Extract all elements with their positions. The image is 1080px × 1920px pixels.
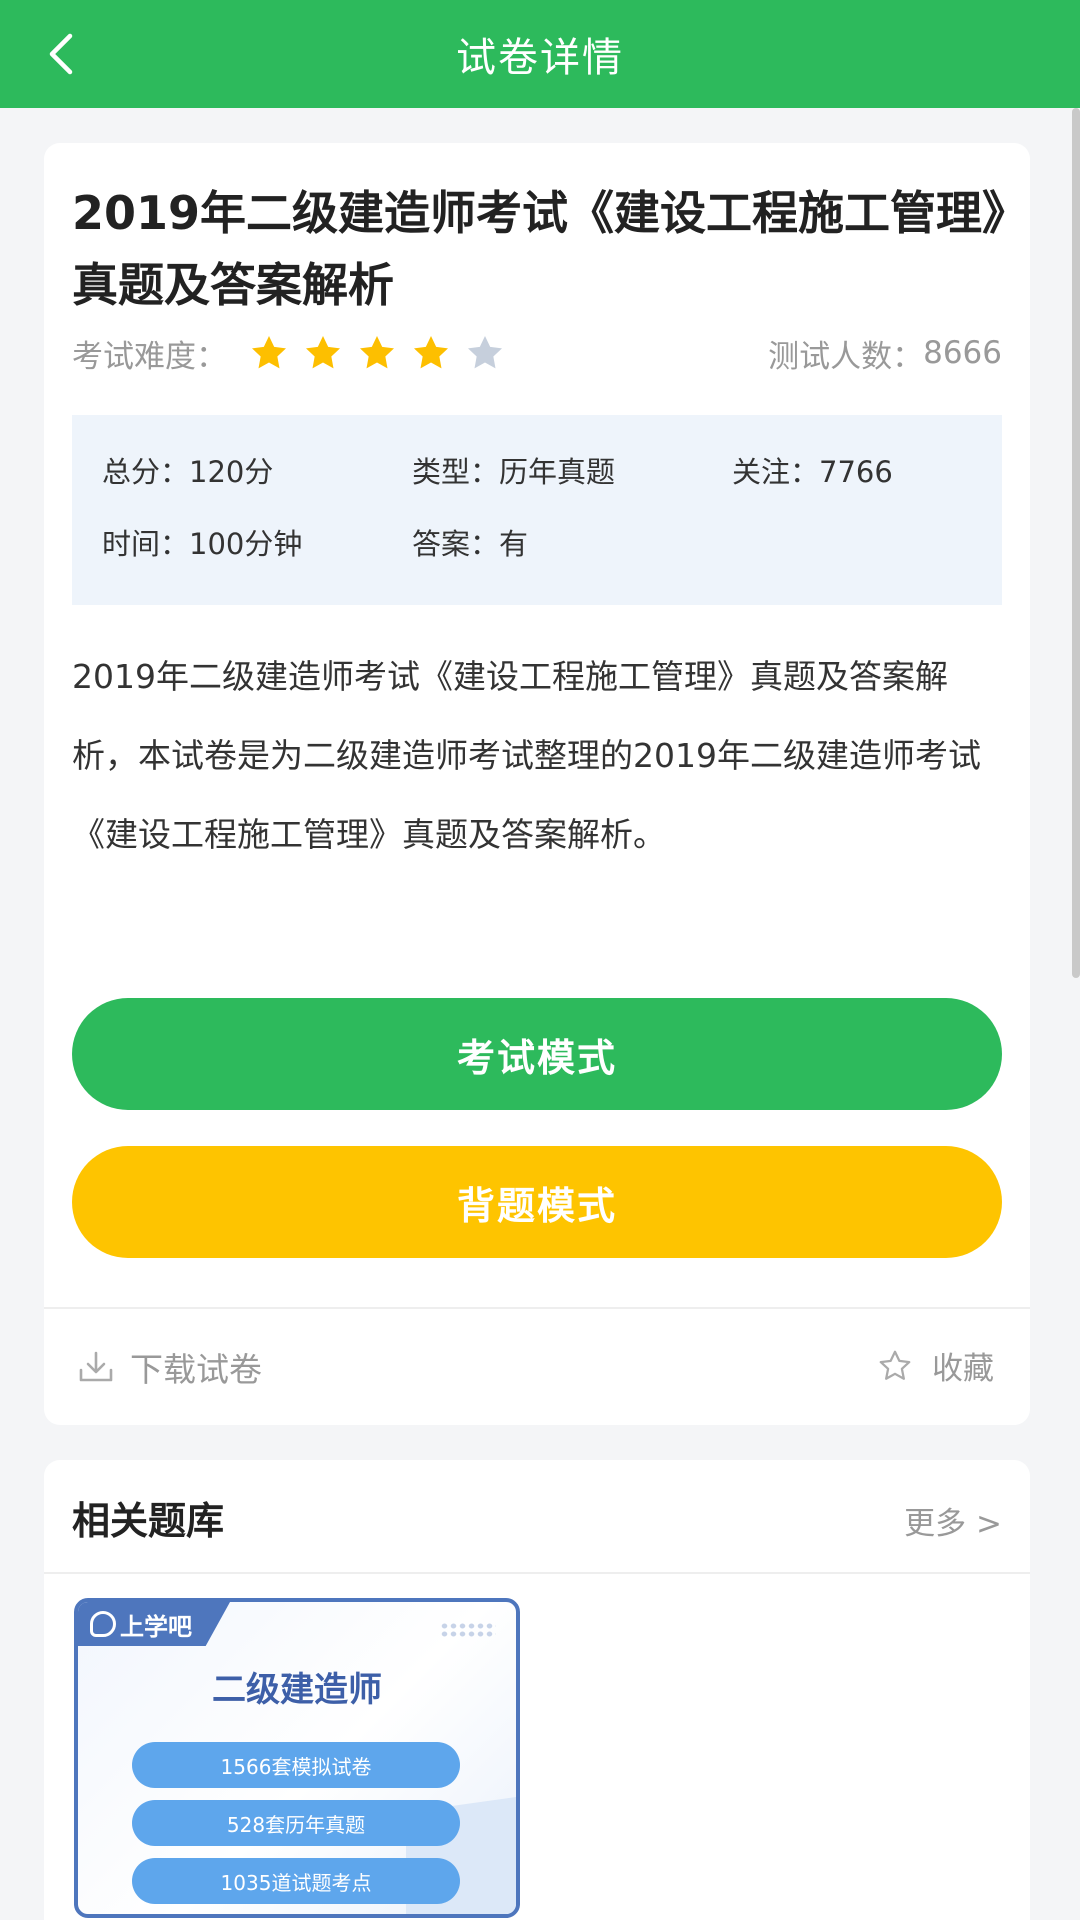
bank-item-pill: 1566套模拟试卷 bbox=[132, 1742, 460, 1788]
paper-description: 2019年二级建造师考试《建设工程施工管理》真题及答案解析，本试卷是为二级建造师… bbox=[72, 657, 981, 854]
difficulty-label: 考试难度： bbox=[72, 338, 227, 375]
star-filled-icon bbox=[414, 336, 448, 369]
followers-count: 关注：7766 bbox=[732, 455, 893, 489]
paper-type: 类型：历年真题 bbox=[412, 455, 616, 489]
related-banks-card: 相关题库 更多 > 上学吧 二级建造师 1566套模拟试卷 528套历年真题 1… bbox=[44, 1460, 1030, 1920]
favorite-button[interactable]: 收藏 bbox=[876, 1343, 994, 1388]
paper-title: 2019年二级建造师考试《建设工程施工管理》真题及答案解析 bbox=[72, 186, 1006, 312]
bank-item-pill: 528套历年真题 bbox=[132, 1800, 460, 1846]
section-title: 相关题库 bbox=[72, 1499, 225, 1543]
question-bank-card[interactable]: 上学吧 二级建造师 1566套模拟试卷 528套历年真题 1035道试题考点 bbox=[74, 1598, 520, 1918]
paper-info-box: 总分：120分 类型：历年真题 关注：7766 时间：100分钟 答案：有 bbox=[72, 415, 1002, 605]
paper-detail-card: 2019年二级建造师考试《建设工程施工管理》真题及答案解析 考试难度： 测试人数… bbox=[44, 143, 1030, 1425]
logo-mark-icon bbox=[90, 1611, 116, 1637]
exam-time: 时间：100分钟 bbox=[102, 527, 303, 561]
top-nav-bar: 试卷详情 bbox=[0, 0, 1080, 108]
chevron-left-icon bbox=[49, 33, 73, 75]
star-empty-icon bbox=[468, 336, 502, 369]
back-button[interactable] bbox=[40, 30, 80, 78]
test-takers: 测试人数： 8666 bbox=[768, 327, 1002, 379]
page-title: 试卷详情 bbox=[456, 35, 624, 81]
star-filled-icon bbox=[306, 336, 340, 369]
difficulty-rating: 考试难度： bbox=[72, 327, 505, 379]
takers-label: 测试人数： bbox=[768, 338, 924, 375]
card-footer: 下载试卷 收藏 bbox=[44, 1309, 1030, 1425]
bank-item-pill: 1035道试题考点 bbox=[132, 1858, 460, 1904]
download-icon bbox=[79, 1351, 113, 1382]
scrollbar[interactable] bbox=[1072, 108, 1080, 978]
takers-count: 8666 bbox=[923, 335, 1002, 371]
favorite-label: 收藏 bbox=[932, 1351, 994, 1387]
download-paper-button[interactable]: 下载试卷 bbox=[78, 1343, 262, 1391]
more-link[interactable]: 更多 > bbox=[904, 1498, 1002, 1543]
review-mode-button[interactable]: 背题模式 bbox=[72, 1146, 1002, 1258]
total-score: 总分：120分 bbox=[102, 455, 274, 489]
brand-name: 上学吧 bbox=[120, 1612, 192, 1641]
answer-available: 答案：有 bbox=[412, 527, 529, 561]
bank-name: 二级建造师 bbox=[212, 1670, 382, 1710]
dots-decoration bbox=[440, 1622, 496, 1638]
star-outline-icon bbox=[879, 1350, 911, 1380]
divider bbox=[44, 1572, 1030, 1574]
star-filled-icon bbox=[252, 336, 286, 369]
exam-mode-button[interactable]: 考试模式 bbox=[72, 998, 1002, 1110]
star-filled-icon bbox=[360, 336, 394, 369]
download-label: 下载试卷 bbox=[130, 1350, 262, 1389]
star-rating bbox=[249, 333, 505, 373]
brand-logo: 上学吧 bbox=[78, 1602, 230, 1646]
